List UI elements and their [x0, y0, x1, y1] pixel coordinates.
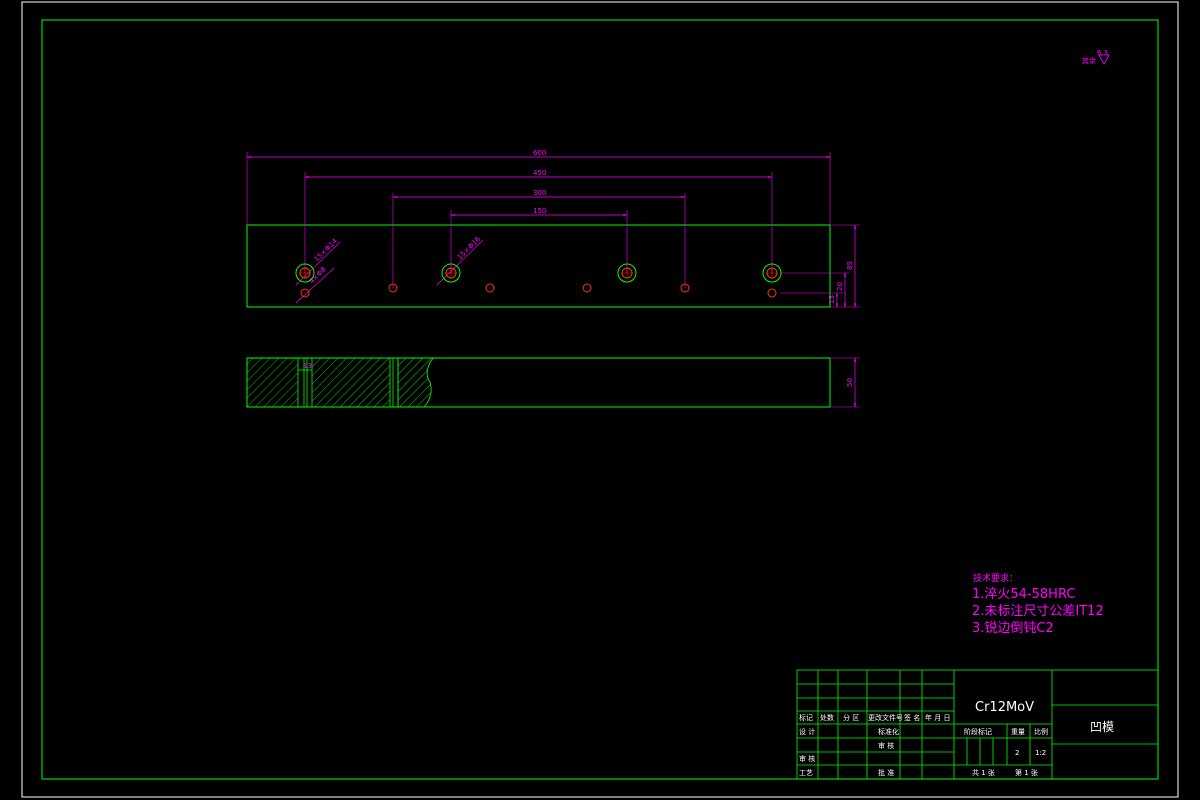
cad-drawing: 其余 6.3 600 450 300 150 85 20 15 15×Φ14 4…: [21, 1, 1179, 798]
weight-label: 重量: [1011, 728, 1025, 736]
row-design: 设 计: [799, 727, 815, 736]
drawing-frame: [41, 19, 1159, 780]
part-name: 凹模: [1090, 720, 1114, 734]
roughness-value: 6.3: [1097, 49, 1108, 57]
hatch-section-2: [312, 358, 390, 407]
sheet-number: 第 1 张: [1015, 768, 1038, 777]
material: Cr12MoV: [975, 700, 1034, 715]
row-review: 审 核: [799, 754, 815, 763]
dim-20: 20: [836, 282, 844, 291]
dim-150: 150: [533, 207, 546, 215]
top-view: 600 450 300 150 85 20 15 15×Φ14 4×Φ8 15×…: [246, 149, 860, 308]
extension-lines: [246, 152, 860, 308]
large-holes: [295, 263, 782, 283]
dim-85: 85: [846, 261, 854, 270]
weight-value: 2: [1015, 749, 1019, 757]
dim-600: 600: [533, 149, 546, 157]
note-1: 1.淬火54-58HRC: [972, 587, 1075, 602]
hdr-date: 年 月 日: [925, 713, 950, 722]
stage-label: 阶段标记: [964, 727, 992, 736]
side-view: 13 50: [246, 357, 860, 408]
hdr-count: 处数: [820, 713, 834, 722]
hole-small: [485, 283, 495, 293]
hdr-sign: 签 名: [904, 713, 920, 722]
hatch-section-1: [247, 358, 298, 407]
roughness-label: 其余: [1082, 56, 1096, 65]
roughness-symbol: 其余 6.3: [1082, 49, 1110, 65]
title-block-text: Cr12MoV 凹模 标记 处数 分 区 更改文件号 签 名 年 月 日 设 计…: [799, 700, 1114, 777]
hole-small: [582, 283, 592, 293]
dim-300: 300: [533, 189, 546, 197]
small-holes: [300, 283, 777, 298]
callout-2: 4×Φ8: [308, 265, 328, 285]
dim-450: 450: [533, 169, 546, 177]
side-small-dim: 13: [303, 362, 312, 370]
hdr-mark: 标记: [799, 713, 813, 722]
hatch-section-3: [397, 357, 434, 408]
row-check: 审 核: [878, 741, 894, 750]
row-approve: 批 准: [878, 768, 894, 777]
notes-title: 技术要求：: [973, 572, 1018, 584]
dim-15: 15: [828, 295, 836, 304]
sheet-border: [21, 1, 1179, 798]
hole-small: [300, 288, 310, 298]
hdr-zone: 分 区: [843, 713, 859, 722]
note-3: 3.锐边倒钝C2: [972, 621, 1054, 636]
top-view-outline: [246, 224, 831, 308]
dim-50: 50: [846, 378, 854, 387]
callout-3: 15×Φ16: [456, 235, 483, 262]
scale-value: 1:2: [1035, 749, 1046, 757]
note-2: 2.未标注尺寸公差IT12: [972, 604, 1104, 619]
callout-1: 15×Φ14: [313, 237, 340, 264]
row-standard: 标准化: [878, 727, 899, 736]
hole-small: [767, 288, 777, 298]
hdr-change: 更改文件号: [868, 713, 903, 722]
row-process: 工艺: [799, 769, 813, 777]
scale-label: 比例: [1034, 727, 1048, 736]
total-sheets: 共 1 张: [972, 768, 995, 777]
technical-notes: 技术要求： 1.淬火54-58HRC 2.未标注尺寸公差IT12 3.锐边倒钝C…: [972, 572, 1104, 636]
